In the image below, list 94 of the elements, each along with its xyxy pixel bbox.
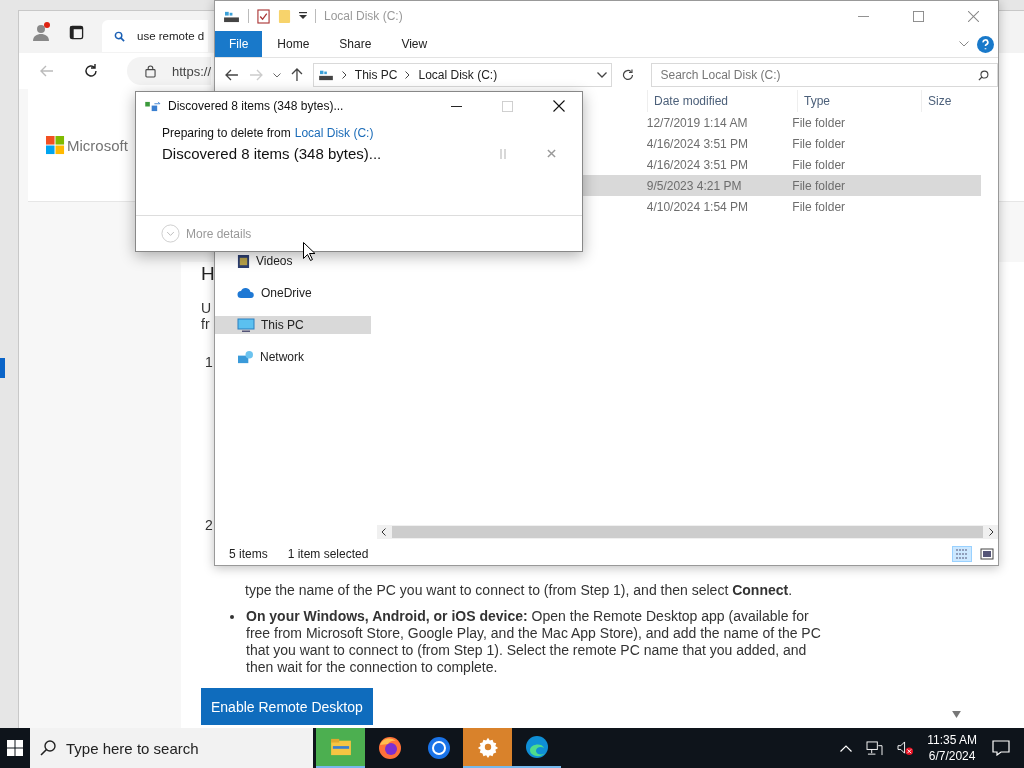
nav-item[interactable]: OneDrive	[215, 284, 371, 302]
logo-icon	[46, 135, 65, 155]
column-header[interactable]: Date modified	[648, 90, 798, 112]
address-field[interactable]: https://	[127, 57, 211, 85]
ribbon-tab[interactable]: File	[215, 31, 263, 57]
thumbnail-view-icon[interactable]	[980, 548, 994, 560]
date-cell-text: 9/5/2023 4:21 PM	[645, 178, 743, 193]
page-marker	[0, 358, 5, 378]
recent-locations-icon[interactable]	[272, 72, 281, 78]
window-title: Local Disk (C:)	[324, 9, 403, 23]
chevron-down-icon	[161, 224, 180, 243]
bullet-icon	[230, 615, 234, 619]
dropdown-icon[interactable]	[299, 12, 307, 20]
clock-date[interactable]: 6/7/2024	[928, 748, 976, 764]
source-link[interactable]: Local Disk (C:)	[294, 126, 374, 140]
profile-icon[interactable]	[31, 22, 51, 42]
expand-ribbon-icon[interactable]	[959, 41, 969, 47]
scroll-left-icon[interactable]	[381, 528, 386, 536]
wave-circle-icon	[524, 735, 549, 759]
network-icon	[237, 349, 254, 365]
chevron-up-icon[interactable]	[840, 744, 853, 752]
search-field[interactable]: Search Local Disk (C:)	[651, 63, 998, 87]
dialog-title: Discovered 8 items (348 bytes)...	[168, 99, 344, 113]
maximize-icon[interactable]	[913, 10, 924, 22]
refresh-icon[interactable]	[621, 69, 634, 81]
dropdown-icon[interactable]	[596, 72, 607, 78]
taskbar-search-field[interactable]: Type here to search	[30, 728, 313, 768]
ribbon-tab[interactable]: Home	[262, 31, 325, 57]
progress-status: Discovered 8 items (348 bytes)...	[162, 145, 382, 162]
film-icon	[237, 253, 250, 269]
type-cell-text: File folder	[791, 157, 847, 172]
fox-globe-icon	[377, 736, 402, 760]
enable-remote-desktop-button[interactable]: Enable Remote Desktop	[201, 688, 373, 725]
bullet-text: On your Windows, Android, or iOS device: Open the Remote Desktop app (available for free from Microsoft Store, Google Play, and the Mac App Store), and add the name of the PC that you want to connect to (from Step 1). Select the remote PC name that you added, and then wait for the connection to complete.	[246, 608, 822, 676]
cloud-icon	[237, 287, 255, 299]
type-cell-text: File folder	[791, 115, 847, 130]
close-icon[interactable]	[553, 100, 565, 112]
lock-icon	[145, 64, 156, 78]
type-cell-text: File folder	[791, 199, 847, 214]
nav-item[interactable]: Network	[215, 348, 371, 366]
source-label: Preparing to delete from	[162, 126, 291, 140]
scroll-thumb[interactable]	[392, 526, 983, 538]
column-header[interactable]: Type	[798, 90, 922, 112]
nav-item[interactable]: Videos	[215, 252, 371, 270]
horizontal-scrollbar[interactable]	[377, 525, 998, 539]
search-icon	[40, 740, 56, 756]
ribbon-tab[interactable]: View	[386, 31, 443, 57]
date-cell-text: 4/16/2024 3:51 PM	[645, 157, 750, 172]
chevron-icon	[341, 71, 347, 79]
clock-time[interactable]: 11:35 AM	[927, 732, 977, 748]
network-icon[interactable]	[866, 740, 884, 756]
step-text: type the name of the PC you want to connect to (from Step 1), and then select Connect.	[245, 582, 794, 599]
article-heading: H	[201, 262, 215, 286]
type-cell-text: File folder	[791, 136, 847, 151]
date-cell-text: 4/10/2024 1:54 PM	[645, 199, 750, 214]
properties-icon[interactable]	[257, 8, 270, 24]
selection-count: 1 item selected	[287, 547, 369, 561]
monitor-icon	[237, 317, 255, 333]
volume-muted-icon[interactable]	[897, 740, 915, 756]
ribbon-tab[interactable]: Share	[324, 31, 387, 57]
address-field[interactable]: This PC Local Disk (C:)	[312, 63, 612, 87]
drive-icon	[223, 9, 240, 23]
settings-icon	[476, 736, 499, 758]
scroll-right-icon[interactable]	[989, 528, 994, 536]
reload-icon[interactable]	[83, 63, 99, 79]
nav-item[interactable]: This PC	[215, 316, 371, 334]
up-icon[interactable]	[290, 68, 303, 82]
stop-icon[interactable]	[547, 149, 556, 158]
breadcrumb[interactable]: This PC	[354, 68, 398, 82]
step-number: 1	[205, 354, 213, 370]
intro-text: U	[201, 300, 212, 316]
folder-icon	[329, 738, 352, 756]
help-icon[interactable]	[977, 35, 994, 53]
logo-text: Microsoft	[67, 136, 128, 154]
search-icon	[978, 69, 989, 81]
breadcrumb[interactable]: Local Disk (C:)	[418, 68, 498, 82]
notification-icon[interactable]	[992, 740, 1010, 756]
date-cell-text: 12/7/2019 1:14 AM	[645, 115, 749, 130]
chevron-icon	[405, 71, 411, 79]
step-number: 2	[205, 517, 213, 533]
intro-text: fr	[201, 316, 210, 332]
browser-circle-icon	[426, 736, 451, 760]
date-cell-text: 4/16/2024 3:51 PM	[645, 136, 750, 151]
search-icon	[114, 30, 125, 42]
windows-start-icon[interactable]	[7, 740, 23, 756]
drive-icon	[317, 69, 334, 81]
scroll-down-icon[interactable]	[952, 711, 961, 718]
back-icon[interactable]	[225, 69, 239, 81]
item-count: 5 items	[229, 547, 268, 561]
browser-tab[interactable]: use remote d	[102, 20, 208, 52]
column-header[interactable]: Size	[922, 90, 998, 112]
delete-progress-icon	[145, 100, 162, 112]
tab-actions-icon[interactable]	[69, 24, 84, 40]
type-cell-text: File folder	[791, 178, 847, 193]
